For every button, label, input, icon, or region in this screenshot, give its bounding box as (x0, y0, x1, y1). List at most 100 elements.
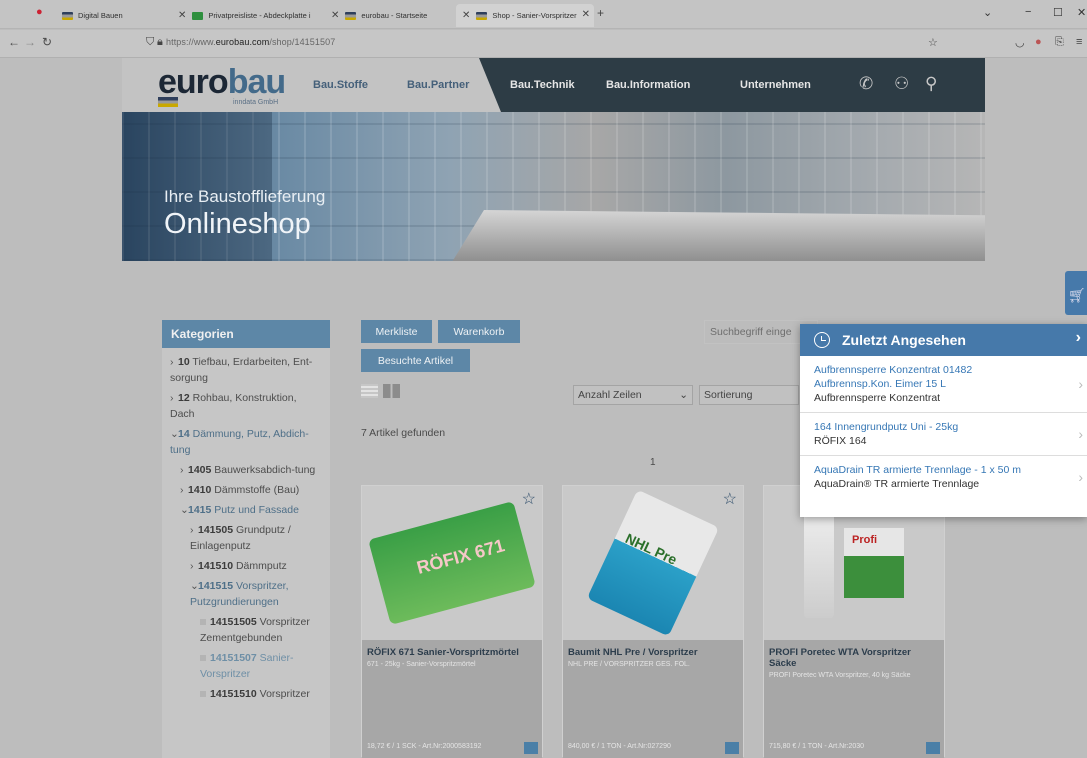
firefox-menu-icon[interactable]: ● (36, 6, 43, 18)
close-window-icon[interactable]: ✕ (1077, 6, 1086, 19)
item-link[interactable]: 164 Innengrundputz Uni - 25kg (814, 420, 1073, 434)
product-name[interactable]: Baumit NHL Pre / Vorspritzer (568, 647, 738, 658)
category-item-1410[interactable]: › 1410 Dämmstoffe (Bau) (170, 482, 322, 498)
user-icon[interactable]: ⚇ (894, 74, 909, 94)
merkliste-button[interactable]: Merkliste (361, 320, 432, 343)
chevron-right-icon: › (1078, 426, 1083, 442)
favorite-star-icon[interactable]: ☆ (723, 489, 737, 509)
chevron-right-icon: › (190, 524, 194, 536)
url-field[interactable]: https://www.eurobau.com/shop/14151507 (166, 37, 335, 47)
eurobau-logo[interactable]: eurobau inndata GmbH (158, 65, 286, 107)
tab-privatpreisliste[interactable]: ✕ Privatpreisliste - Abdeckplatte i (172, 4, 322, 27)
category-number: 14 (178, 428, 190, 440)
tab-digital-bauen[interactable]: Digital Bauen (56, 4, 166, 27)
product-price: 18,72 € / 1 SCK - Art.Nr:2000583192 (367, 743, 482, 750)
reload-icon[interactable]: ↻ (42, 35, 52, 49)
results-count: 7 Artikel gefunden (361, 427, 446, 439)
bag-label: Profi (852, 534, 878, 546)
product-info: RÖFIX 671 Sanier-Vorspritzmörtel 671 - 2… (362, 640, 542, 758)
minimize-icon[interactable]: − (1025, 6, 1031, 18)
logo-subtitle: inndata GmbH (233, 99, 279, 106)
category-tree: › 10 Tiefbau, Erdarbeiten, Ent-sorgung › 1… (162, 348, 330, 758)
pagination-page[interactable]: 1 (650, 457, 656, 468)
chevron-right-icon: › (1078, 376, 1083, 392)
logo-stripes-icon (158, 97, 178, 107)
item-link[interactable]: Aufbrennsp.Kon. Eimer 15 L (814, 377, 1073, 391)
close-icon[interactable]: ✕ (178, 10, 186, 21)
favorite-star-icon[interactable]: ☆ (522, 489, 536, 509)
recently-viewed-header[interactable]: Zuletzt Angesehen › (800, 324, 1087, 356)
product-name[interactable]: PROFI Poretec WTA Vorspritzer Säcke (769, 647, 939, 669)
pocket-icon[interactable]: ◡ (1015, 36, 1025, 49)
category-number: 1410 (188, 484, 212, 496)
warenkorb-button[interactable]: Warenkorb (438, 320, 520, 343)
maximize-icon[interactable]: ☐ (1053, 6, 1063, 19)
bookmark-star-icon[interactable]: ☆ (928, 36, 938, 49)
recently-viewed-item[interactable]: 164 Innengrundputz Uni - 25kg RÖFIX 164 … (800, 413, 1087, 456)
rows-select[interactable]: Anzahl Zeilen ⌄ (573, 385, 693, 405)
tab-label: Shop - Sanier-Vorspritzer (492, 11, 577, 20)
category-item-14151507[interactable]: 14151507 Sanier-Vorspritzer (170, 650, 322, 682)
product-name[interactable]: RÖFIX 671 Sanier-Vorspritzmörtel (367, 647, 537, 658)
new-tab-icon[interactable]: + (597, 6, 604, 20)
nav-bau-information[interactable]: Bau.Information (606, 79, 690, 91)
product-image[interactable]: NHL Pre (563, 486, 743, 640)
category-item-141515[interactable]: ⌄141515 Vorspritzer, Putzgrundierungen (170, 578, 322, 610)
collapse-chevron-icon[interactable]: › (1076, 329, 1081, 347)
list-view-icon[interactable] (361, 384, 378, 398)
category-item-141510[interactable]: › 141510 Dämmputz (170, 558, 322, 574)
add-to-cart-icon[interactable] (524, 742, 538, 754)
close-tab-icon[interactable]: ✕ (582, 9, 590, 20)
item-link[interactable]: AquaDrain TR armierte Trennlage - 1 x 50… (814, 463, 1073, 477)
recently-viewed-item[interactable]: Aufbrennsperre Konzentrat 01482 Aufbrenn… (800, 356, 1087, 413)
category-item-1405[interactable]: › 1405 Bauwerksabdich-tung (170, 462, 322, 478)
recently-viewed-panel: Zuletzt Angesehen › Aufbrennsperre Konze… (800, 324, 1087, 517)
category-item-10[interactable]: › 10 Tiefbau, Erdarbeiten, Ent-sorgung (170, 354, 322, 386)
add-to-cart-icon[interactable] (725, 742, 739, 754)
nav-bau-stoffe[interactable]: Bau.Stoffe (313, 79, 368, 91)
category-item-14[interactable]: ⌄14 Dämmung, Putz, Abdich-tung (170, 426, 322, 458)
library-icon[interactable]: ⎘ (1055, 36, 1064, 49)
category-item-14151510[interactable]: 14151510 Vorspritzer (170, 686, 322, 702)
chevron-right-icon: › (180, 464, 184, 476)
extension-icon[interactable]: ● (1035, 36, 1042, 48)
category-number: 141515 (198, 580, 234, 592)
floating-cart-button[interactable]: 🛒︎ (1065, 271, 1087, 315)
back-icon[interactable]: ← (8, 35, 20, 49)
nav-unternehmen[interactable]: Unternehmen (740, 79, 811, 91)
category-item-12[interactable]: › 12 Rohbau, Konstruktion, Dach (170, 390, 322, 422)
sidebar-title: Kategorien (162, 320, 330, 348)
category-item-14151505[interactable]: 14151505 Vorspritzer Zementgebunden (170, 614, 322, 646)
sort-select[interactable]: Sortierung (699, 385, 799, 405)
close-icon[interactable]: ✕ (462, 10, 470, 21)
bag-label: NHL Pre (622, 530, 680, 568)
forward-icon[interactable]: → (24, 35, 36, 49)
item-link[interactable]: Aufbrennsperre Konzentrat 01482 (814, 363, 1073, 377)
close-icon[interactable]: ✕ (331, 10, 339, 21)
shield-icon[interactable]: ⛉ (146, 36, 154, 49)
product-card[interactable]: RÖFIX 671 ☆ RÖFIX 671 Sanier-Vorspritzmö… (361, 485, 543, 758)
tab-eurobau-startseite[interactable]: ✕ eurobau - Startseite (325, 4, 453, 27)
category-label: Dämmputz (235, 560, 287, 572)
category-item-1415[interactable]: ⌄1415 Putz und Fassade (170, 502, 322, 518)
product-card[interactable]: Profi PROFI Poretec WTA Vorspritzer Säck… (763, 485, 945, 758)
menu-icon[interactable]: ≡ (1076, 36, 1082, 48)
tab-list-chevron-icon[interactable]: ⌄ (983, 6, 992, 19)
tab-shop-sanier-vorspritzer[interactable]: ✕ Shop - Sanier-Vorspritzer ✕ (456, 4, 594, 27)
lock-icon[interactable]: 🔒︎ (157, 36, 163, 49)
add-to-cart-icon[interactable] (926, 742, 940, 754)
category-label: Dämmung, Putz, Abdich-tung (170, 428, 309, 456)
category-item-141505[interactable]: › 141505 Grundputz / Einlagenputz (170, 522, 322, 554)
product-desc: 671 - 25kg - Sanier-Vorspritzmörtel (367, 661, 476, 668)
product-card[interactable]: NHL Pre ☆ Baumit NHL Pre / Vorspritzer N… (562, 485, 744, 758)
chevron-down-icon: ⌄ (170, 428, 179, 440)
nav-bau-technik[interactable]: Bau.Technik (510, 79, 575, 91)
phone-icon[interactable]: ✆ (859, 74, 873, 94)
search-icon[interactable]: ⚲ (925, 74, 937, 94)
nav-bau-partner[interactable]: Bau.Partner (407, 79, 469, 91)
product-image[interactable]: RÖFIX 671 (362, 486, 542, 640)
hero-banner: Ihre Baustofflieferung Onlineshop (122, 112, 985, 261)
besuchte-artikel-button[interactable]: Besuchte Artikel (361, 349, 470, 372)
grid-view-icon[interactable] (383, 384, 400, 398)
recently-viewed-item[interactable]: AquaDrain TR armierte Trennlage - 1 x 50… (800, 456, 1087, 498)
